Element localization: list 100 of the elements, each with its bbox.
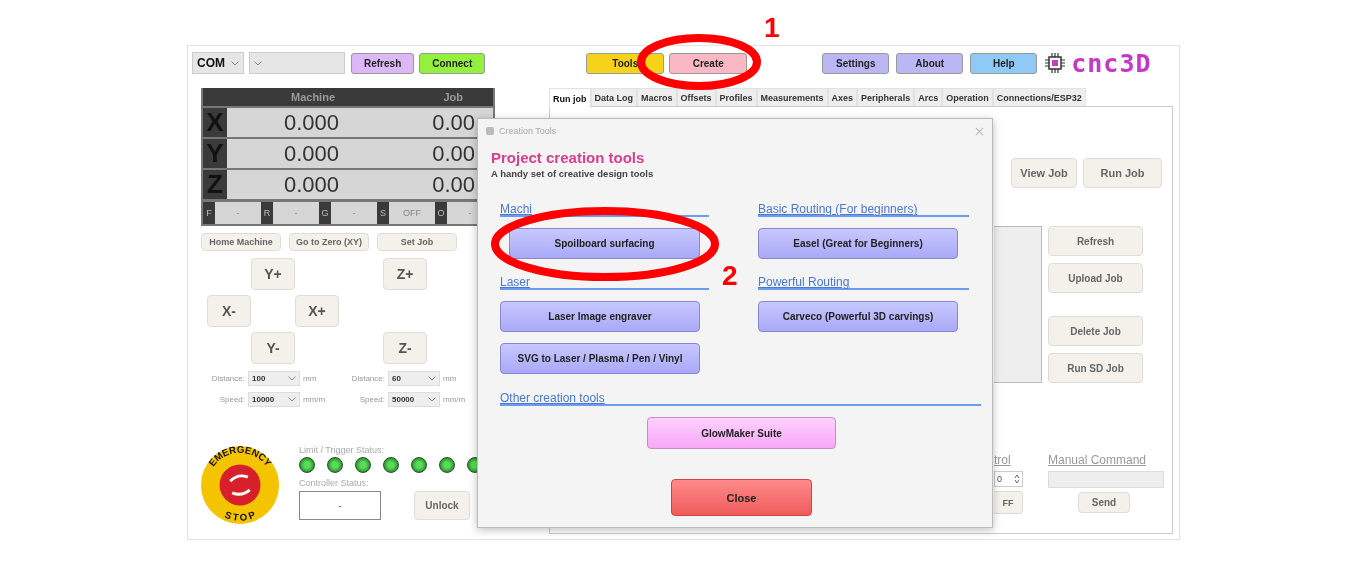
- jog-button[interactable]: Z-: [383, 332, 427, 364]
- machine-button[interactable]: Go to Zero (XY): [289, 233, 369, 251]
- setting-select[interactable]: 60: [388, 371, 440, 386]
- status-label: O: [435, 202, 447, 224]
- sd-button[interactable]: Refresh: [1048, 226, 1143, 256]
- jog-button[interactable]: X+: [295, 295, 339, 327]
- setting-label: Speed:: [218, 395, 245, 404]
- device-select[interactable]: [249, 52, 345, 74]
- status-value: OFF: [389, 202, 435, 224]
- jog-button[interactable]: Y-: [251, 332, 295, 364]
- file-list[interactable]: [994, 226, 1042, 383]
- chevron-down-icon: [231, 60, 239, 66]
- status-label: R: [261, 202, 273, 224]
- section-heading[interactable]: Machi: [500, 202, 532, 216]
- machine-position: 0.000: [284, 140, 340, 167]
- tab[interactable]: Axes: [827, 88, 858, 106]
- send-button[interactable]: Send: [1078, 492, 1130, 513]
- chevron-down-icon: [428, 376, 436, 381]
- controller-status-label: Controller Status:: [299, 478, 370, 488]
- job-button[interactable]: View Job: [1011, 158, 1077, 188]
- tab[interactable]: Run job: [549, 88, 591, 108]
- chevron-down-icon: [288, 376, 296, 381]
- controller-status-field: -: [299, 491, 381, 520]
- setting-label: Distance:: [210, 374, 245, 383]
- job-button[interactable]: Run Job: [1083, 158, 1162, 188]
- setting-select[interactable]: 10000: [248, 392, 300, 407]
- tab[interactable]: Connections/ESP32: [992, 88, 1086, 106]
- setting-select[interactable]: 50000: [388, 392, 440, 407]
- tab[interactable]: Operation: [942, 88, 993, 106]
- toolbar-button[interactable]: Connect: [419, 52, 486, 74]
- machine-position: 0.000: [284, 171, 340, 198]
- chevron-down-icon: [288, 397, 296, 402]
- toolbar-button[interactable]: Settings: [822, 52, 890, 74]
- dialog-heading: Project creation tools: [491, 149, 646, 166]
- status-label: S: [377, 202, 389, 224]
- unit-label: mm/m: [303, 395, 326, 404]
- tool-button[interactable]: GlowMaker Suite: [647, 417, 836, 449]
- status-label: F: [203, 202, 215, 224]
- jog-button[interactable]: X-: [207, 295, 251, 327]
- step-number: 1: [764, 14, 780, 42]
- toolbar-button[interactable]: About: [896, 52, 964, 74]
- chip-icon: [1044, 52, 1067, 74]
- section-heading[interactable]: Laser: [500, 275, 531, 289]
- tool-button[interactable]: Laser Image engraver: [500, 301, 700, 332]
- tab[interactable]: Peripherals: [857, 88, 915, 106]
- setting-label: Distance:: [350, 374, 385, 383]
- sd-button[interactable]: Upload Job: [1048, 263, 1143, 293]
- tab[interactable]: Macros: [637, 88, 677, 106]
- unit-label: mm/m: [443, 395, 466, 404]
- section-heading[interactable]: Other creation tools: [500, 391, 605, 405]
- sd-button[interactable]: Run SD Job: [1048, 353, 1143, 383]
- column-header: Machine: [291, 91, 335, 103]
- job-position: 0.00: [432, 171, 475, 198]
- tab[interactable]: Profiles: [715, 88, 757, 106]
- step-number: 2: [722, 262, 738, 290]
- job-position: 0.00: [432, 109, 475, 136]
- unit-label: mm: [443, 374, 457, 383]
- status-value: -: [273, 202, 319, 224]
- section-heading[interactable]: Powerful Routing: [758, 275, 850, 289]
- spinner-field[interactable]: 0: [994, 471, 1023, 487]
- toolbar-button[interactable]: Create: [669, 52, 748, 74]
- job-position: 0.00: [432, 140, 475, 167]
- limit-status-label: Limit / Trigger Status:: [299, 445, 386, 455]
- status-value: -: [331, 202, 377, 224]
- unlock-button[interactable]: Unlock: [414, 491, 470, 520]
- command-field[interactable]: [1048, 471, 1164, 488]
- jog-button[interactable]: Y+: [251, 258, 295, 290]
- unit-label: mm: [303, 374, 317, 383]
- column-header: Job: [443, 91, 463, 103]
- machine-button[interactable]: Set Job: [377, 233, 457, 251]
- section-heading: Manual Command: [1048, 453, 1148, 467]
- chevron-down-icon: [428, 397, 436, 402]
- section-heading[interactable]: Basic Routing (For beginners): [758, 202, 918, 216]
- tab[interactable]: Measurements: [756, 88, 828, 106]
- logo: cnc3D: [1071, 48, 1152, 78]
- tab[interactable]: Arcs: [914, 88, 943, 106]
- dialog-subtitle: A handy set of creative design tools: [491, 168, 655, 179]
- setting-select[interactable]: 100: [248, 371, 300, 386]
- toggle-button[interactable]: FF: [994, 491, 1023, 514]
- sd-button[interactable]: Delete Job: [1048, 316, 1143, 346]
- tab[interactable]: Data Log: [590, 88, 637, 106]
- tool-button[interactable]: SVG to Laser / Plasma / Pen / Vinyl: [500, 343, 700, 374]
- chevron-down-icon: [254, 60, 262, 66]
- machine-position: 0.000: [284, 109, 340, 136]
- tool-button[interactable]: Carveco (Powerful 3D carvings): [758, 301, 958, 332]
- toolbar-button[interactable]: Refresh: [351, 52, 415, 74]
- spinner-arrows-icon: [1014, 474, 1020, 484]
- machine-button[interactable]: Home Machine: [201, 233, 281, 251]
- port-select[interactable]: COM: [192, 52, 244, 74]
- tool-button[interactable]: Easel (Great for Beginners): [758, 228, 958, 259]
- tool-button[interactable]: Spoilboard surfacing: [509, 228, 700, 259]
- setting-label: Speed:: [358, 395, 385, 404]
- app-icon: [485, 126, 495, 136]
- close-button[interactable]: Close: [671, 479, 812, 516]
- toolbar-button[interactable]: Help: [970, 52, 1038, 74]
- section-heading: trol: [994, 453, 1012, 467]
- status-value: -: [215, 202, 261, 224]
- close-icon[interactable]: [975, 126, 984, 136]
- jog-button[interactable]: Z+: [383, 258, 427, 290]
- dialog-title: Creation Tools: [499, 126, 557, 136]
